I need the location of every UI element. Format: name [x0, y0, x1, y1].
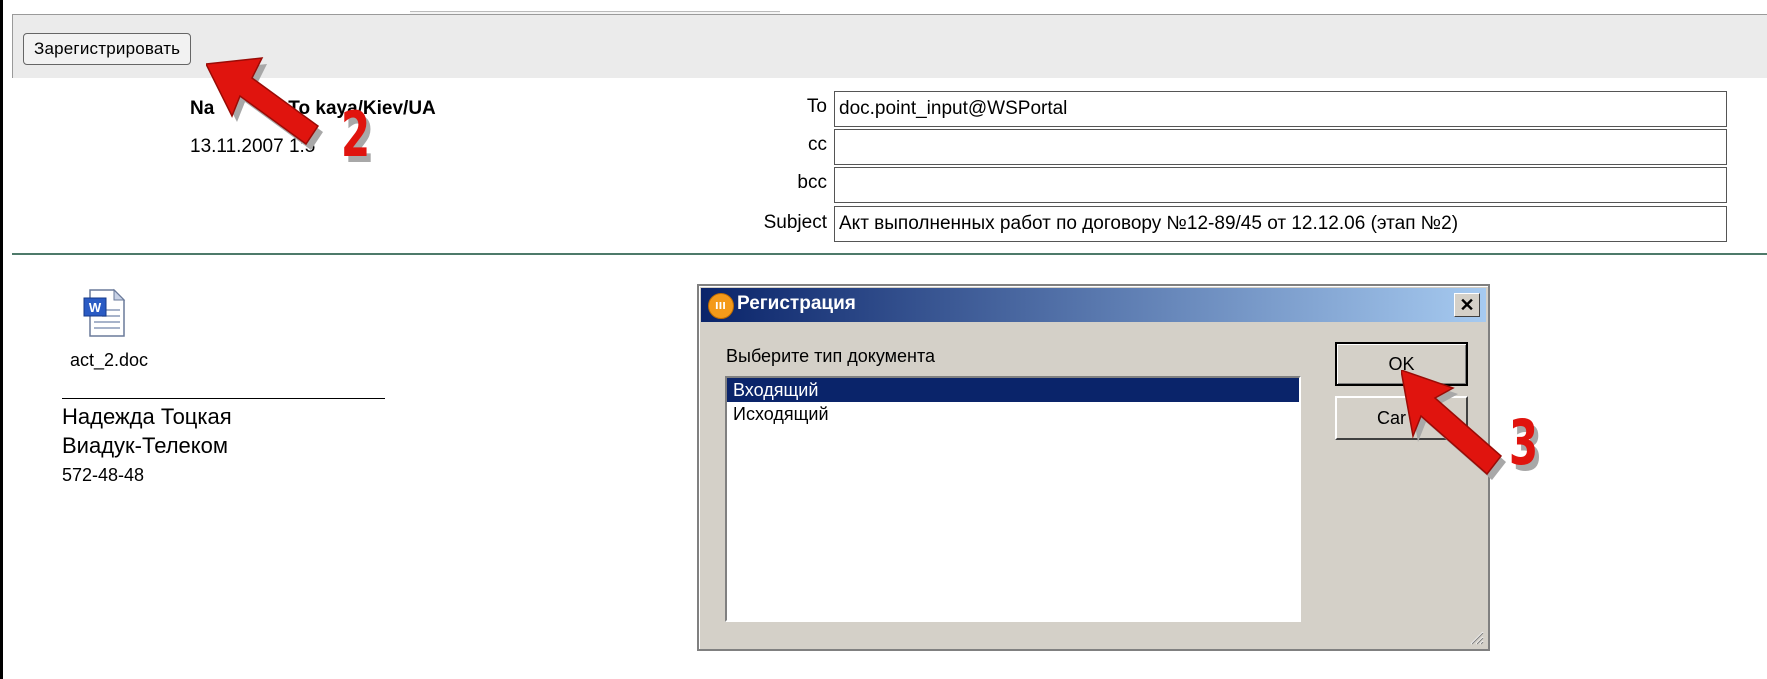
- annotation-arrow-icon: [206, 57, 323, 150]
- window-top-strip: [0, 0, 1767, 14]
- bcc-label: bcc: [797, 172, 827, 193]
- signature-name: Надежда Тоцкая: [62, 404, 232, 429]
- cc-field[interactable]: [834, 129, 1727, 165]
- attachment-name[interactable]: act_2.doc: [70, 350, 148, 371]
- to-field[interactable]: doc.point_input@WSPortal: [834, 91, 1727, 127]
- signature-company: Виадук-Телеком: [62, 433, 228, 458]
- annotation-arrow-icon: [1401, 370, 1506, 480]
- close-icon[interactable]: ✕: [1454, 293, 1480, 317]
- dialog-title: Регистрация: [737, 293, 856, 314]
- svg-text:W: W: [89, 300, 102, 315]
- to-label: To: [806, 96, 827, 117]
- cc-label: cc: [808, 134, 827, 155]
- annotation-number-2: 2: [340, 98, 371, 171]
- list-item-outgoing[interactable]: Исходящий: [727, 402, 1299, 426]
- header-divider: [12, 253, 1767, 255]
- document-type-list[interactable]: Входящий Исходящий: [725, 376, 1301, 622]
- app-logo-icon: ııı: [708, 293, 734, 319]
- registration-dialog: ııı Регистрация ✕ Выберите тип документа…: [697, 284, 1490, 651]
- resize-grip-icon[interactable]: [1468, 629, 1484, 645]
- list-item-incoming[interactable]: Входящий: [727, 378, 1299, 402]
- word-document-icon[interactable]: W: [80, 288, 130, 338]
- bcc-field[interactable]: [834, 167, 1727, 203]
- document-type-prompt: Выберите тип документа: [726, 346, 935, 366]
- subject-field[interactable]: Акт выполненных работ по договору №12-89…: [834, 206, 1727, 242]
- subject-label: Subject: [763, 212, 827, 233]
- register-button[interactable]: Зарегистрировать: [23, 33, 192, 65]
- signature-divider: [62, 398, 385, 399]
- dialog-titlebar[interactable]: ııı Регистрация ✕: [701, 288, 1486, 322]
- signature-phone: 572-48-48: [62, 465, 145, 485]
- annotation-number-3: 3: [1508, 406, 1539, 479]
- window-left-border: [0, 0, 3, 679]
